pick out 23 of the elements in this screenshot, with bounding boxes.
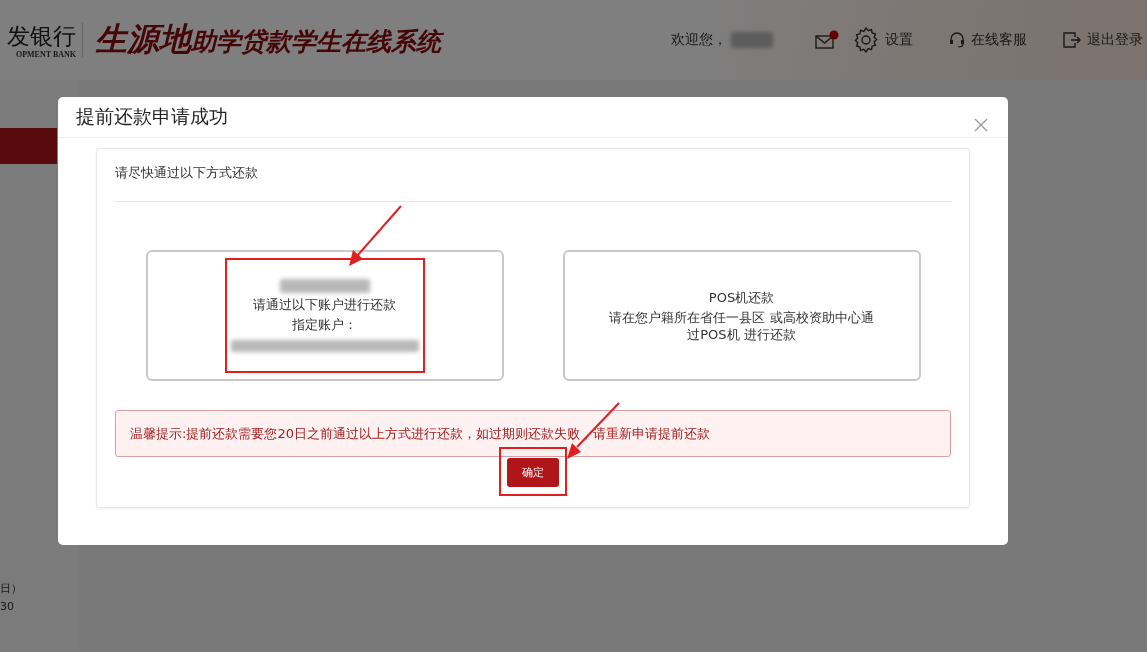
logout-icon xyxy=(1063,32,1081,48)
redacted-username xyxy=(731,32,773,48)
option-title: POS机还款 xyxy=(708,288,775,306)
option-text: 请通过以下账户进行还款 xyxy=(253,296,396,313)
close-icon[interactable] xyxy=(974,118,988,132)
settings-link[interactable]: 设置 xyxy=(853,27,913,53)
option-text: 指定账户： xyxy=(292,316,357,333)
option-text: 请在您户籍所在省任一县区 或高校资助中心通过POS机 进行还款 xyxy=(608,308,875,343)
mail-icon[interactable] xyxy=(815,30,839,50)
settings-icon xyxy=(853,27,879,53)
dialog-title: 提前还款申请成功 xyxy=(76,104,228,129)
instruction-text: 请尽快通过以下方式还款 xyxy=(115,164,259,182)
sidebar-text: 日） xyxy=(0,581,23,597)
confirm-button[interactable]: 确定 xyxy=(507,458,559,487)
welcome-text: 欢迎您， xyxy=(671,31,727,49)
bank-name-english: OPMENT BANK xyxy=(15,49,76,59)
headset-icon xyxy=(949,31,965,49)
annotation-arrow xyxy=(567,402,620,459)
logout-link[interactable]: 退出登录 xyxy=(1063,31,1143,49)
bank-name: 发银行 xyxy=(7,21,76,50)
notice-text: 温馨提示:提前还款需要您20日之前通过以上方式进行还款，如过期则还款失败，请重新申请提前还款 xyxy=(115,410,951,457)
support-link[interactable]: 在线客服 xyxy=(949,31,1027,49)
sidebar-text: 30 xyxy=(0,599,15,615)
